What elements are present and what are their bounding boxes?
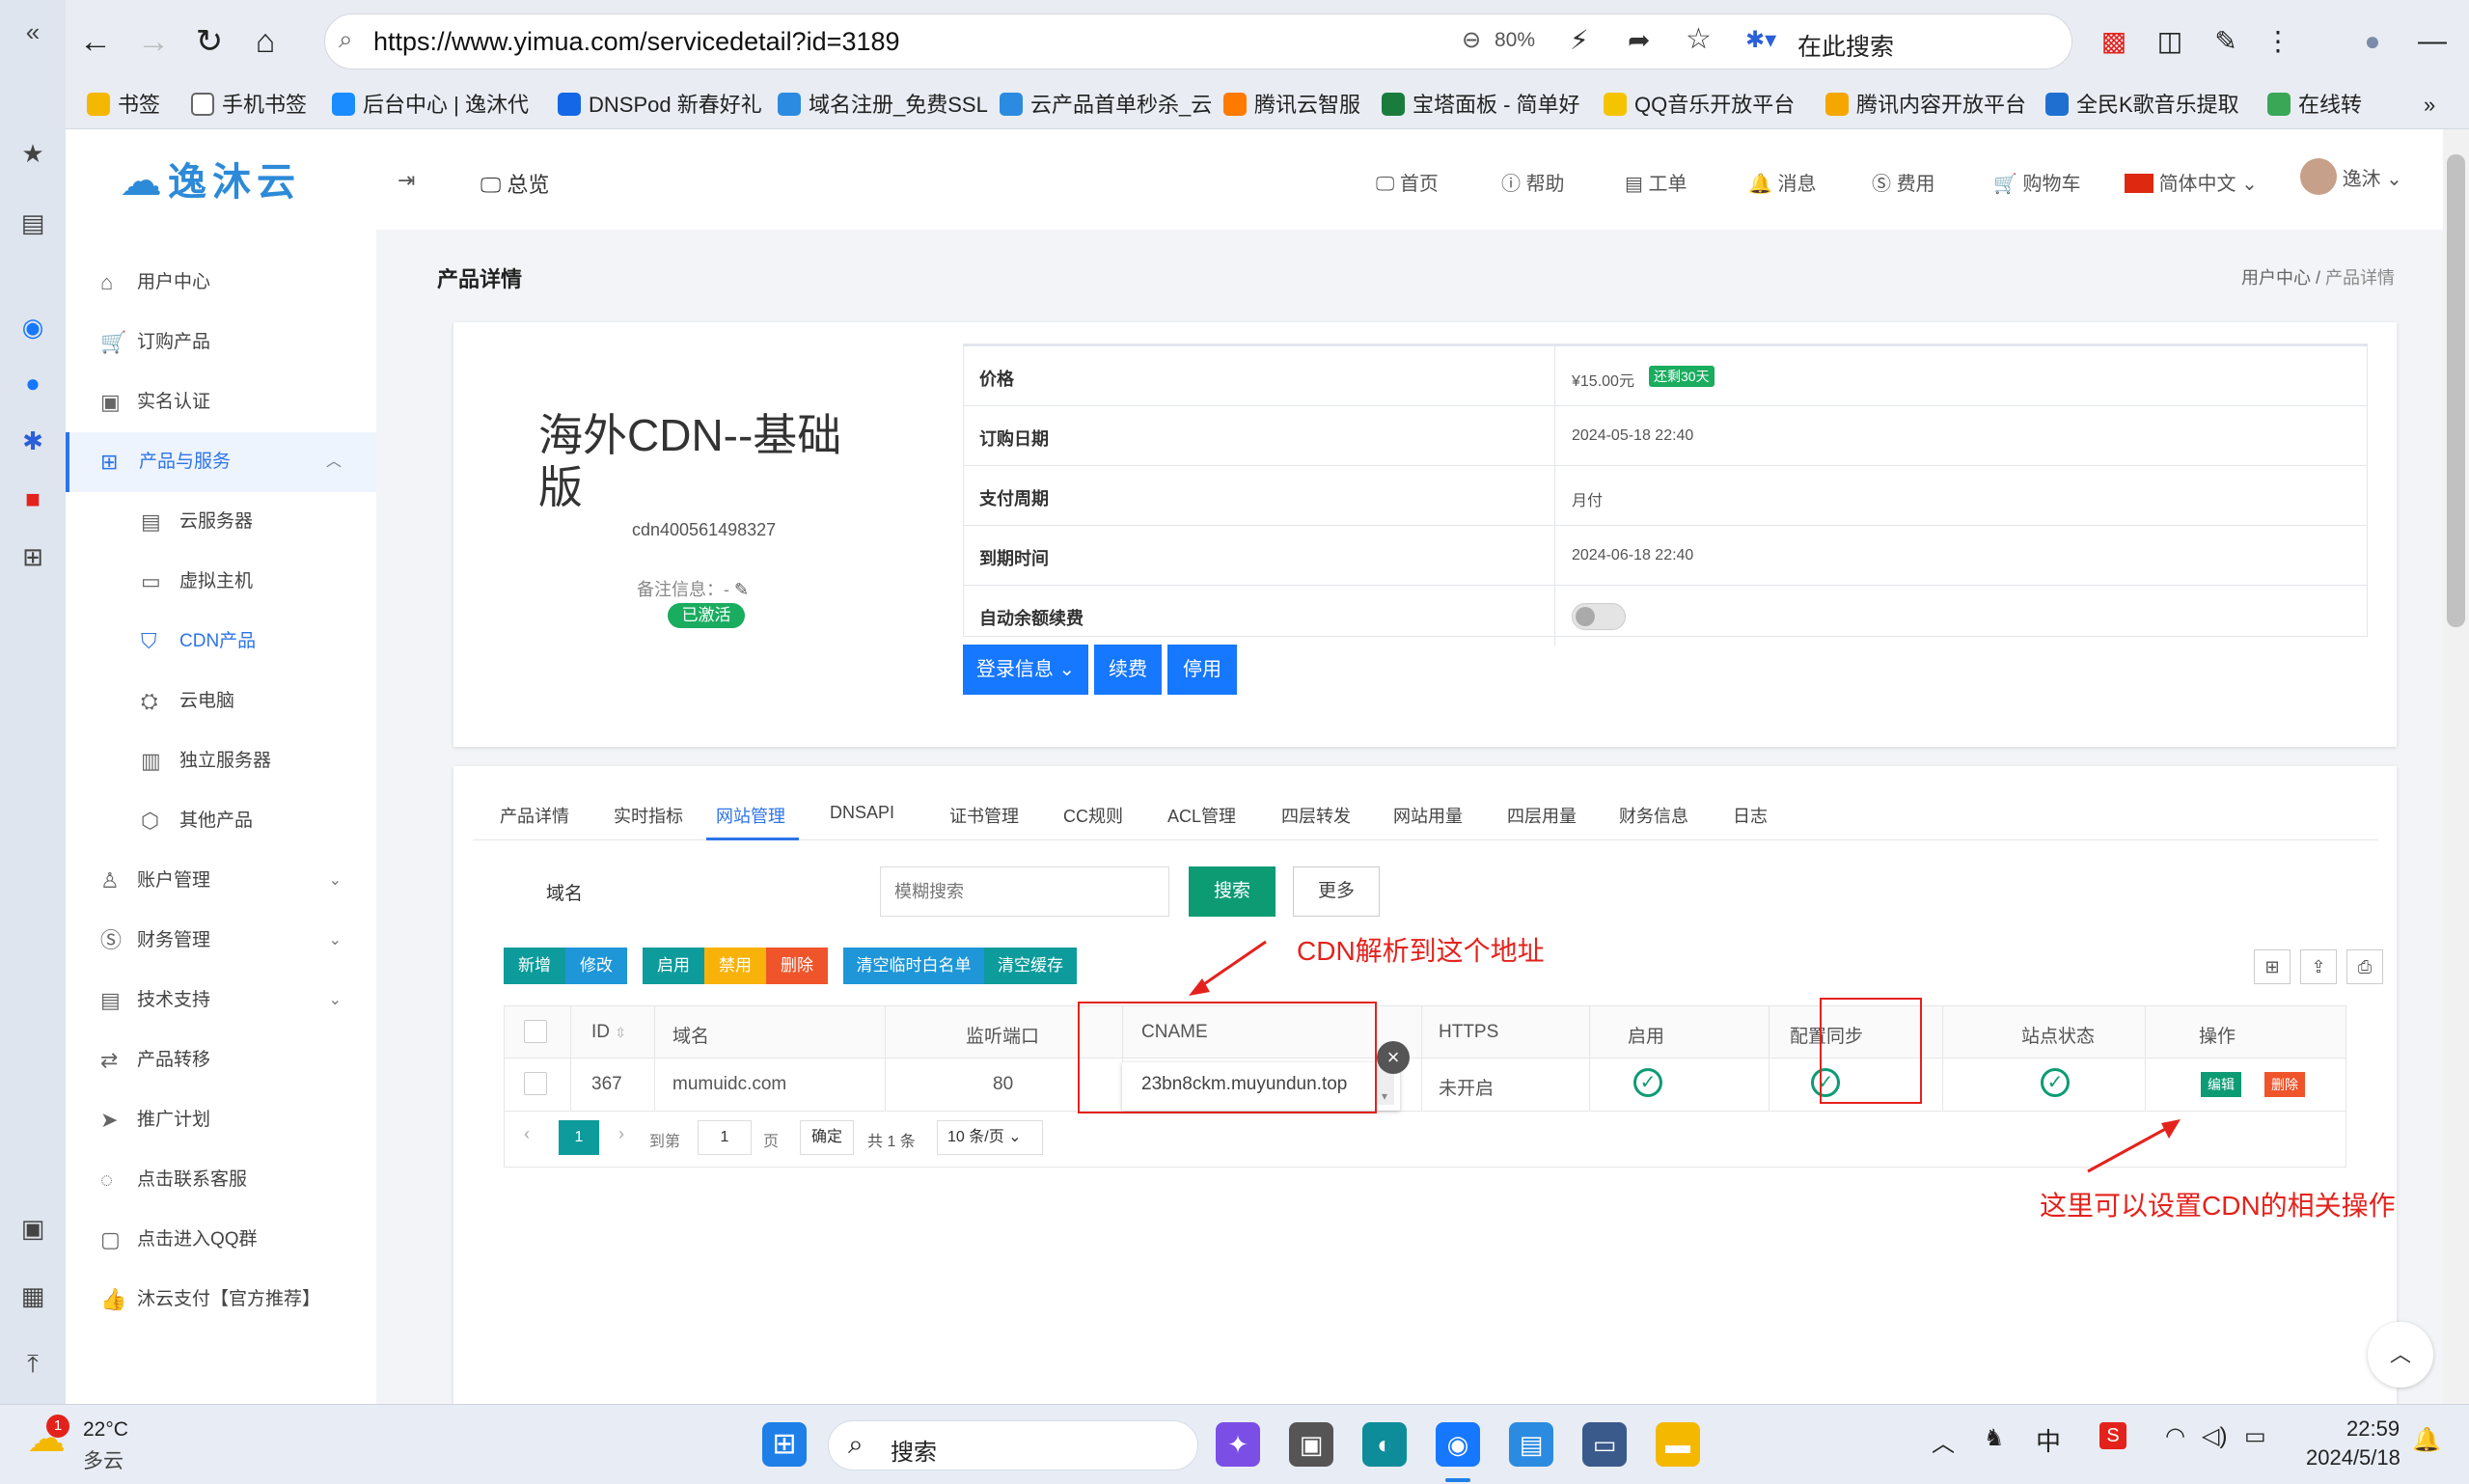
tray-expand-icon[interactable]: ︿ <box>1932 1424 1955 1458</box>
bookmark-0[interactable]: 书签 <box>87 91 160 120</box>
taskbar-search-label: 搜索 <box>891 1440 937 1466</box>
back-icon[interactable]: ← <box>73 19 118 64</box>
more-icon[interactable]: ⋮ <box>2256 19 2300 64</box>
task-view-icon[interactable]: ▣ <box>1289 1422 1333 1467</box>
copilot-icon[interactable]: ✦ <box>1216 1422 1260 1467</box>
site-icon <box>332 93 355 116</box>
toolbox-icon[interactable]: ▦ <box>16 1279 49 1312</box>
search-icon: ⌕ <box>848 1429 864 1459</box>
tencent-icon <box>1223 93 1247 116</box>
forward-icon[interactable]: → <box>131 19 176 64</box>
bookmarks-bar: 书签 手机书签 后台中心 | 逸沐代 DNSPod 新春好礼 域名注册_免费SS… <box>66 83 2469 129</box>
pdf-icon[interactable]: ▩ <box>2092 19 2136 64</box>
bookmark-3[interactable]: DNSPod 新春好礼 <box>558 91 762 120</box>
browser-taskbar-icon[interactable]: ◉ <box>1436 1422 1480 1467</box>
xiaohongshu-icon[interactable]: ■ <box>16 482 49 515</box>
content-icon <box>1825 93 1849 116</box>
volume-icon[interactable]: ◁) <box>2202 1422 2227 1450</box>
notepad-icon[interactable]: ▤ <box>1509 1422 1553 1467</box>
phone-icon <box>191 93 214 116</box>
minimize-icon[interactable]: — <box>2410 19 2455 64</box>
kge-icon <box>2045 93 2069 116</box>
download-icon[interactable]: ▣ <box>16 1212 49 1245</box>
folder-icon[interactable]: ▤ <box>16 206 49 239</box>
bookmark-9[interactable]: 腾讯内容开放平台 <box>1825 91 2026 120</box>
remote-desktop-icon[interactable]: ▭ <box>1582 1422 1627 1467</box>
add-panel-icon[interactable]: ⊞ <box>16 540 49 573</box>
arrow-actions <box>2087 1125 2170 1173</box>
pin-icon[interactable]: ⤒ <box>16 1347 49 1380</box>
weather-badge: 1 <box>46 1415 69 1438</box>
bookmark-5[interactable]: 云产品首单秒杀_云 <box>1000 91 1212 120</box>
profile-icon[interactable]: ● <box>2350 19 2395 64</box>
cloud-icon <box>1000 93 1023 116</box>
home-icon[interactable]: ⌂ <box>243 19 288 64</box>
bookmark-6[interactable]: 腾讯云智服 <box>1223 91 1360 120</box>
back-to-top-icon[interactable]: ︿ <box>2368 1322 2433 1388</box>
file-explorer-icon[interactable]: ▬ <box>1656 1422 1700 1467</box>
page: ☁逸沐云 ⇥ 🖵 总览 🖵 首页 ⓘ 帮助 ▤ 工单 🔔 消息 Ⓢ 费用 🛒 购… <box>66 129 2443 1404</box>
baidu-paw-icon[interactable]: ✱ <box>16 425 49 457</box>
arrow-cname <box>1197 940 1267 990</box>
battery-icon[interactable]: ▭ <box>2244 1422 2266 1450</box>
qqmusic-icon <box>1604 93 1627 116</box>
favorite-icon[interactable]: ☆ <box>1686 22 1712 56</box>
bookmark-8[interactable]: QQ音乐开放平台 <box>1604 91 1795 120</box>
temperature: 22°C <box>83 1418 128 1441</box>
taskbar-search[interactable]: ⌕ 搜索 <box>828 1420 1198 1470</box>
tray-app-icon[interactable]: ♞ <box>1984 1424 2005 1452</box>
bt-icon <box>1382 93 1405 116</box>
ime-indicator[interactable]: 中 <box>2036 1422 2061 1458</box>
qq-app-icon[interactable]: ● <box>16 367 49 399</box>
sogou-icon[interactable]: S <box>2099 1422 2126 1449</box>
url-text: https://www.yimua.com/servicedetail?id=3… <box>373 27 900 56</box>
reload-icon[interactable]: ↻ <box>187 19 232 64</box>
windows-taskbar: ☁ 1 22°C 多云 ⊞ ⌕ 搜索 ✦ ▣ ◐ ◉ ▤ ▭ ▬ ︿ ♞ 中 S… <box>0 1404 2469 1484</box>
bookmark-11[interactable]: 在线转 <box>2267 91 2362 120</box>
more-bookmarks-icon[interactable]: » <box>2424 91 2435 120</box>
cloud-icon <box>778 93 801 116</box>
edge-icon[interactable]: ◐ <box>1362 1422 1407 1467</box>
baidu-paw-icon[interactable]: ✱▾ <box>1745 26 1776 54</box>
reader-icon[interactable]: ◫ <box>2148 19 2192 64</box>
dnspod-icon <box>558 93 581 116</box>
zoom-level[interactable]: 80% <box>1495 29 1535 52</box>
star-icon[interactable]: ★ <box>16 137 49 170</box>
collapse-icon[interactable]: « <box>16 15 49 48</box>
bookmark-4[interactable]: 域名注册_免费SSL <box>778 91 988 120</box>
browser-app-icon[interactable]: ◉ <box>16 311 49 344</box>
bookmark-2[interactable]: 后台中心 | 逸沐代 <box>332 91 529 120</box>
wifi-icon[interactable]: ◠ <box>2165 1422 2185 1450</box>
star-icon <box>87 93 110 116</box>
active-app-indicator <box>1445 1478 1470 1482</box>
address-bar[interactable]: ⌕ https://www.yimua.com/servicedetail?id… <box>324 14 2072 69</box>
clock-time[interactable]: 22:59 <box>2346 1416 2400 1442</box>
browser-side-bar: « ★ ▤ ◉ ● ✱ ■ ⊞ ▣ ▦ ⤒ <box>0 0 66 1404</box>
search-icon: ⌕ <box>339 24 353 53</box>
search-engine-input[interactable]: 在此搜索 <box>1797 28 1894 63</box>
arrowhead-actions <box>2161 1119 2181 1139</box>
zoom-icon[interactable]: ⊖ <box>1462 26 1481 54</box>
pen-icon[interactable]: ✎ <box>2204 19 2248 64</box>
convert-icon <box>2267 93 2291 116</box>
lightning-icon[interactable]: ⚡ <box>1570 24 1589 56</box>
bookmark-7[interactable]: 宝塔面板 - 简单好 <box>1382 91 1580 120</box>
notification-bell-icon[interactable]: 🔔 <box>2412 1426 2441 1454</box>
scrollbar-thumb[interactable] <box>2447 154 2465 627</box>
annotation-arrows <box>1189 940 2181 1173</box>
browser-toolbar: ← → ↻ ⌂ ⌕ https://www.yimua.com/serviced… <box>66 0 2469 83</box>
bookmark-1[interactable]: 手机书签 <box>191 91 307 120</box>
windows-start-icon[interactable]: ⊞ <box>762 1422 807 1467</box>
clock-date[interactable]: 2024/5/18 <box>2306 1445 2400 1470</box>
share-icon[interactable]: ➦ <box>1628 24 1650 56</box>
bookmark-10[interactable]: 全民K歌音乐提取 <box>2045 91 2239 120</box>
weather-text: 多云 <box>83 1450 123 1472</box>
